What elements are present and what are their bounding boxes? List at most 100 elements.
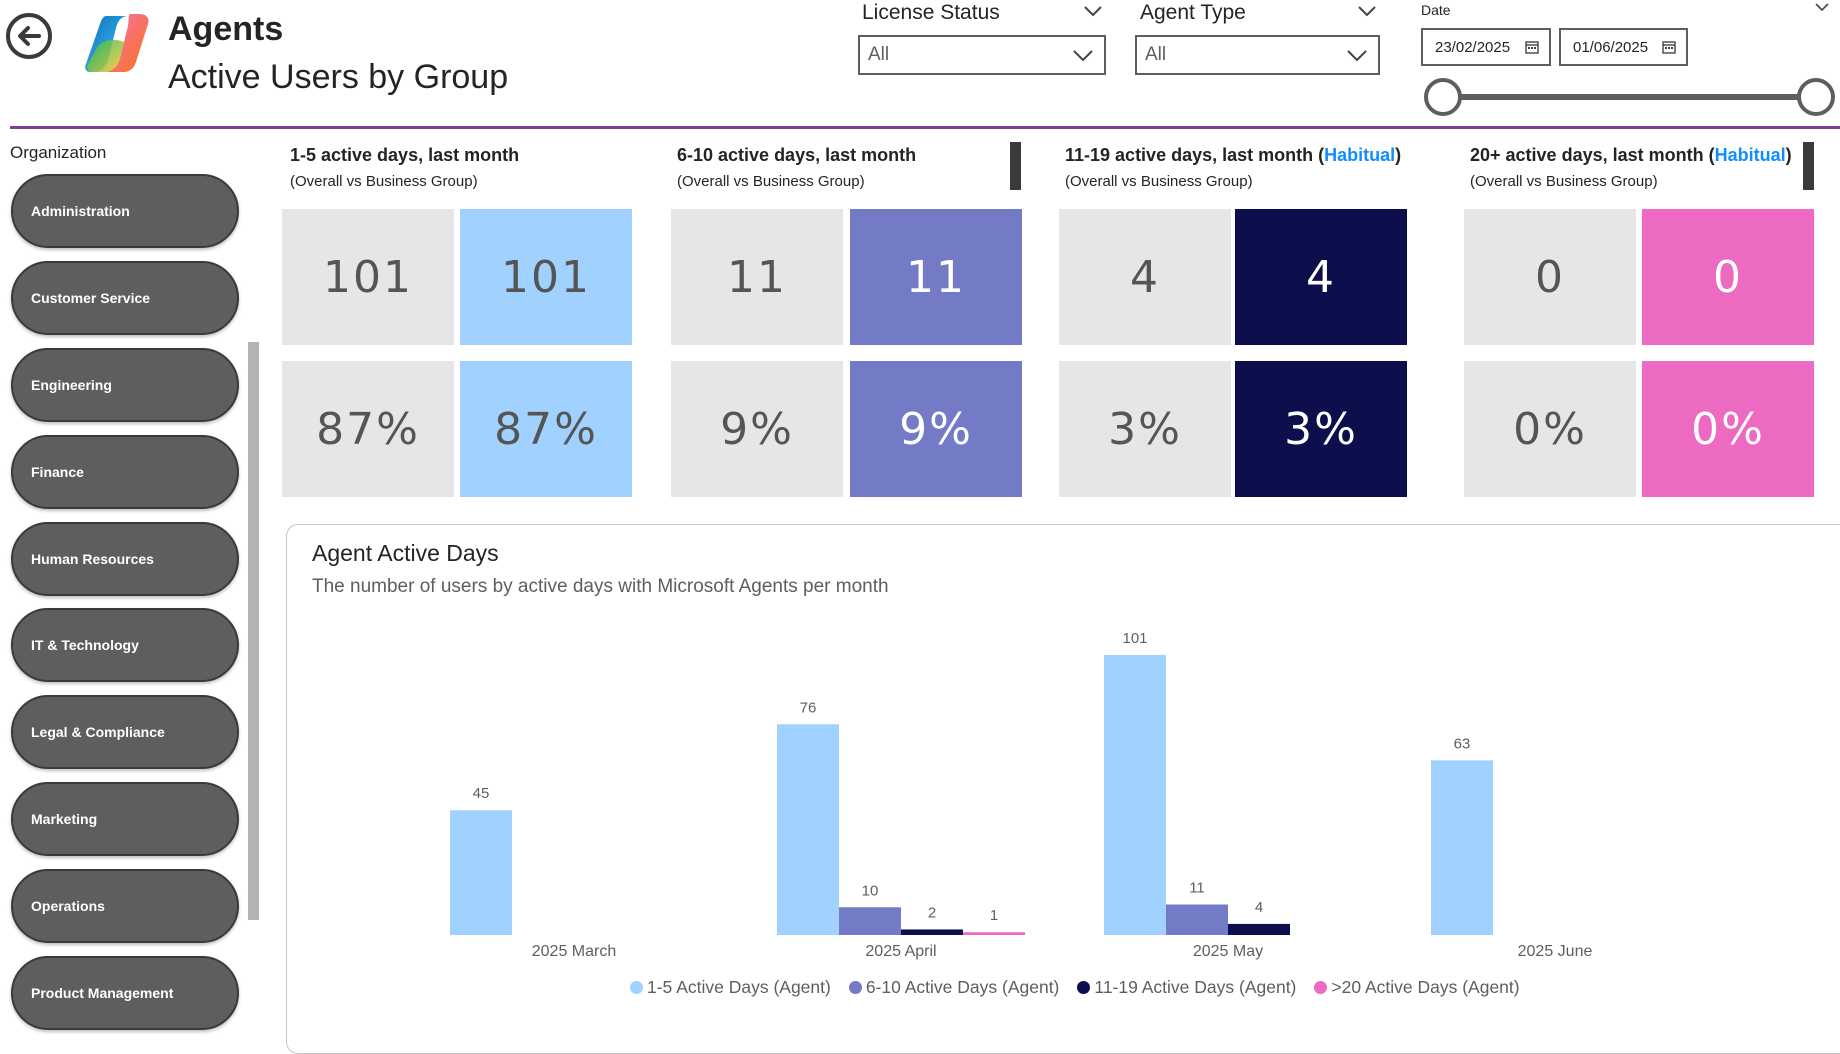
page-title: Agents	[168, 10, 284, 48]
chart-bar[interactable]	[963, 932, 1025, 935]
agent-type-value: All	[1145, 44, 1167, 65]
org-button-administration[interactable]: Administration	[11, 174, 239, 248]
chevron-down-icon	[1073, 50, 1093, 62]
chart-bar[interactable]	[1166, 904, 1228, 935]
org-button-label: Operations	[31, 898, 105, 914]
kpi-group-count: 11	[850, 209, 1022, 345]
legend-item[interactable]: >20 Active Days (Agent)	[1314, 977, 1520, 998]
agent-type-dropdown[interactable]: All	[1135, 35, 1380, 75]
legend-label: 1-5 Active Days (Agent)	[647, 977, 831, 997]
date-range-track[interactable]	[1444, 94, 1816, 100]
legend-item[interactable]: 6-10 Active Days (Agent)	[848, 977, 1060, 998]
license-status-collapse-icon[interactable]	[1083, 2, 1103, 23]
chart-bar[interactable]	[777, 724, 839, 935]
kpi-title: 1-5 active days, last month	[290, 145, 520, 165]
kpi-overall-pct: 0%	[1464, 361, 1636, 497]
kpi-overall-pct: 9%	[671, 361, 843, 497]
kpi-group-pct: 9%	[850, 361, 1022, 497]
page-subtitle: Active Users by Group	[168, 58, 509, 96]
legend-label: 11-19 Active Days (Agent)	[1094, 977, 1297, 997]
org-button-label: Marketing	[31, 811, 98, 827]
legend-label: >20 Active Days (Agent)	[1331, 977, 1520, 997]
kpi-marker	[1010, 142, 1021, 190]
license-status-value: All	[868, 44, 890, 65]
chart-legend: 1-5 Active Days (Agent) 6-10 Active Days …	[630, 977, 1520, 998]
kpi-title: 11-19 active days, last month (Habitual)	[1065, 145, 1402, 165]
chart-bar[interactable]	[839, 907, 901, 935]
arrow-left-circle-icon	[18, 26, 41, 46]
chart-bar[interactable]	[901, 929, 963, 935]
org-button-customer-service[interactable]: Customer Service	[11, 261, 239, 335]
org-button-it-technology[interactable]: IT & Technology	[11, 608, 239, 682]
chart-data-label: 63	[1454, 735, 1471, 752]
legend-item[interactable]: 1-5 Active Days (Agent)	[630, 977, 831, 998]
chart-data-label: 2	[928, 904, 936, 921]
date-start-input[interactable]: 23/02/2025	[1421, 28, 1551, 66]
chart-category-label: 2025 June	[1518, 943, 1593, 960]
kpi-overall-pct: 3%	[1059, 361, 1231, 497]
org-button-label: Customer Service	[31, 290, 151, 306]
kpi-overall-count: 0	[1464, 209, 1636, 345]
chart-bar[interactable]	[450, 810, 512, 935]
license-status-dropdown[interactable]: All	[858, 35, 1106, 75]
chart-bar[interactable]	[1228, 923, 1290, 935]
agent-type-collapse-icon[interactable]	[1357, 2, 1377, 23]
date-range-start-handle[interactable]	[1424, 78, 1462, 116]
legend-dot-icon	[630, 981, 643, 994]
org-button-label: Product Management	[31, 985, 174, 1001]
back-button[interactable]	[6, 13, 52, 59]
chart-bar[interactable]	[1104, 655, 1166, 935]
org-button-label: IT & Technology	[31, 637, 139, 653]
kpi-overall-count: 11	[671, 209, 843, 345]
date-end-value: 01/06/2025	[1573, 38, 1649, 56]
org-button-human-resources[interactable]: Human Resources	[11, 522, 239, 596]
kpi-group-pct: 87%	[460, 361, 632, 497]
org-button-engineering[interactable]: Engineering	[11, 348, 239, 422]
org-button-product-management[interactable]: Product Management	[11, 956, 239, 1030]
chart-category-label: 2025 March	[532, 943, 617, 960]
date-end-input[interactable]: 01/06/2025	[1559, 28, 1688, 66]
sidebar-scrollbar[interactable]	[248, 342, 259, 920]
kpi-subtitle: (Overall vs Business Group)	[290, 173, 478, 190]
kpi-overall-pct: 87%	[282, 361, 454, 497]
chart-title: Agent Active Days	[312, 540, 499, 566]
chart-data-label: 101	[1122, 630, 1147, 647]
chart-category-label: 2025 May	[1193, 943, 1263, 960]
copilot-logo-icon	[84, 12, 152, 74]
org-button-label: Legal & Compliance	[31, 724, 165, 740]
org-button-finance[interactable]: Finance	[11, 435, 239, 509]
agent-type-label: Agent Type	[1140, 1, 1246, 24]
org-button-operations[interactable]: Operations	[11, 869, 239, 943]
license-status-label: License Status	[862, 1, 1000, 24]
chart-data-label: 4	[1255, 899, 1263, 916]
header-divider	[10, 126, 1840, 129]
legend-item[interactable]: 11-19 Active Days (Agent)	[1077, 977, 1296, 998]
legend-dot-icon	[848, 981, 862, 994]
org-button-marketing[interactable]: Marketing	[11, 782, 239, 856]
kpi-group-count: 0	[1642, 209, 1814, 345]
org-button-label: Human Resources	[31, 551, 154, 567]
legend-label: 6-10 Active Days (Agent)	[865, 977, 1060, 997]
organization-label: Organization	[10, 143, 107, 162]
kpi-overall-count: 101	[282, 209, 454, 345]
kpi-group-pct: 0%	[1642, 361, 1814, 497]
org-button-legal-compliance[interactable]: Legal & Compliance	[11, 695, 239, 769]
chart-data-label: 1	[990, 907, 998, 924]
kpi-group-count: 4	[1235, 209, 1407, 345]
date-collapse-icon[interactable]	[1814, 0, 1830, 18]
kpi-title: 6-10 active days, last month	[677, 145, 917, 165]
chart-category-label: 2025 April	[865, 943, 936, 960]
kpi-subtitle: (Overall vs Business Group)	[677, 173, 865, 190]
org-button-label: Finance	[31, 464, 84, 480]
date-start-value: 23/02/2025	[1435, 38, 1511, 56]
kpi-title: 20+ active days, last month (Habitual)	[1470, 145, 1792, 165]
chart-bar[interactable]	[1431, 760, 1493, 935]
date-range-end-handle[interactable]	[1797, 78, 1835, 116]
calendar-icon	[1662, 41, 1676, 54]
kpi-subtitle: (Overall vs Business Group)	[1470, 173, 1658, 190]
kpi-group-count: 101	[460, 209, 632, 345]
legend-dot-icon	[1077, 981, 1091, 994]
chart-data-label: 45	[473, 785, 490, 802]
calendar-icon	[1525, 41, 1539, 54]
kpi-overall-count: 4	[1059, 209, 1231, 345]
